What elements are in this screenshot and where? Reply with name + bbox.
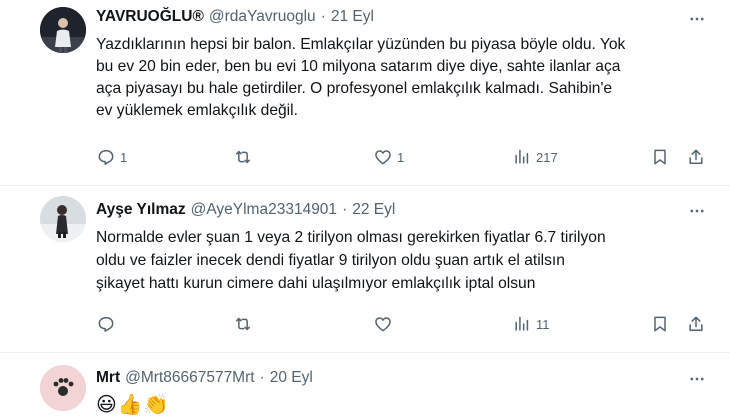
reply-button[interactable] — [96, 312, 120, 336]
views-button[interactable]: 11 — [512, 312, 550, 336]
tweet-header: Mrt @Mrt86667577Mrt · 20 Eyl — [96, 367, 313, 389]
tweet-text-line: Normalde evler şuan 1 veya 2 tirilyon ol… — [96, 229, 606, 246]
tweet-text-line: Yazdıklarının hepsi bir balon. Emlakçıla… — [96, 36, 626, 53]
tweet-text-line: şikayet hattı kurun cimere dahi ulaşılmı… — [96, 275, 536, 292]
separator: · — [342, 201, 348, 218]
tweet-text: Normalde evler şuan 1 veya 2 tirilyon ol… — [96, 226, 716, 295]
like-icon — [375, 150, 391, 165]
like-button[interactable] — [373, 312, 397, 336]
more-icon[interactable] — [686, 8, 708, 30]
views-icon — [515, 149, 529, 164]
reply-icon — [98, 150, 114, 165]
views-button[interactable]: 217 — [512, 145, 558, 169]
tweet-date[interactable]: 21 Eyl — [331, 8, 374, 26]
like-count: 1 — [397, 149, 405, 165]
share-button[interactable] — [686, 145, 706, 169]
like-button[interactable]: 1 — [373, 145, 404, 169]
tweet-actions: 1 1 217 — [96, 145, 716, 169]
tweet-3[interactable]: Mrt @Mrt86667577Mrt · 20 Eyl 😃👍👏 — [0, 353, 730, 420]
tweet-actions: 11 — [96, 312, 716, 336]
tweet-text-line: aça piyasayı bu hale getirdiler. O profe… — [96, 80, 613, 97]
retweet-icon — [236, 150, 250, 164]
user-handle[interactable]: @rdaYavruoglu — [209, 8, 316, 26]
tweet-date[interactable]: 20 Eyl — [270, 369, 313, 387]
retweet-icon — [236, 317, 250, 331]
separator: · — [320, 8, 326, 25]
tweet-text-line: bu ev 20 bin eder, ben bu evi 10 milyona… — [96, 58, 621, 75]
views-count: 11 — [536, 316, 550, 332]
share-icon — [689, 316, 703, 331]
user-handle[interactable]: @AyeYlma23314901 — [191, 201, 337, 219]
tweet-header: Ayşe Yılmaz @AyeYlma23314901 · 22 Eyl — [96, 199, 395, 221]
share-button[interactable] — [686, 312, 706, 336]
user-handle[interactable]: @Mrt86667577Mrt — [125, 369, 254, 387]
bookmark-button[interactable] — [650, 312, 670, 336]
like-icon — [375, 317, 391, 332]
avatar[interactable] — [40, 7, 86, 53]
tweet-text-line: oldu ve faizler inecek dendi fiyatlar 9 … — [96, 252, 565, 269]
tweet-2[interactable]: Ayşe Yılmaz @AyeYlma23314901 · 22 Eyl No… — [0, 186, 730, 352]
display-name[interactable]: YAVRUOĞLU® — [96, 8, 204, 26]
tweet-header: YAVRUOĞLU® @rdaYavruoglu · 21 Eyl — [96, 6, 374, 28]
avatar[interactable] — [40, 365, 86, 411]
retweet-button[interactable] — [233, 312, 257, 336]
tweet-emojis: 😃👍👏 — [96, 394, 170, 416]
retweet-button[interactable] — [233, 145, 257, 169]
more-icon[interactable] — [686, 200, 708, 222]
tweet-date[interactable]: 22 Eyl — [352, 201, 395, 219]
more-icon[interactable] — [686, 368, 708, 390]
bookmark-icon — [654, 316, 666, 332]
views-icon — [515, 316, 529, 331]
tweet-1[interactable]: YAVRUOĞLU® @rdaYavruoglu · 21 Eyl Yazdık… — [0, 0, 730, 185]
separator: · — [259, 369, 265, 386]
bookmark-button[interactable] — [650, 145, 670, 169]
share-icon — [689, 149, 703, 164]
display-name[interactable]: Ayşe Yılmaz — [96, 201, 186, 219]
views-count: 217 — [536, 149, 558, 165]
tweet-text: Yazdıklarının hepsi bir balon. Emlakçıla… — [96, 34, 716, 122]
avatar[interactable] — [40, 196, 86, 242]
reply-button[interactable]: 1 — [96, 145, 127, 169]
bookmark-icon — [654, 149, 666, 165]
reply-icon — [98, 317, 114, 332]
tweet-text-line: ev yüklemek emlakçılık değil. — [96, 102, 298, 119]
reply-count: 1 — [120, 149, 128, 165]
display-name[interactable]: Mrt — [96, 369, 120, 387]
